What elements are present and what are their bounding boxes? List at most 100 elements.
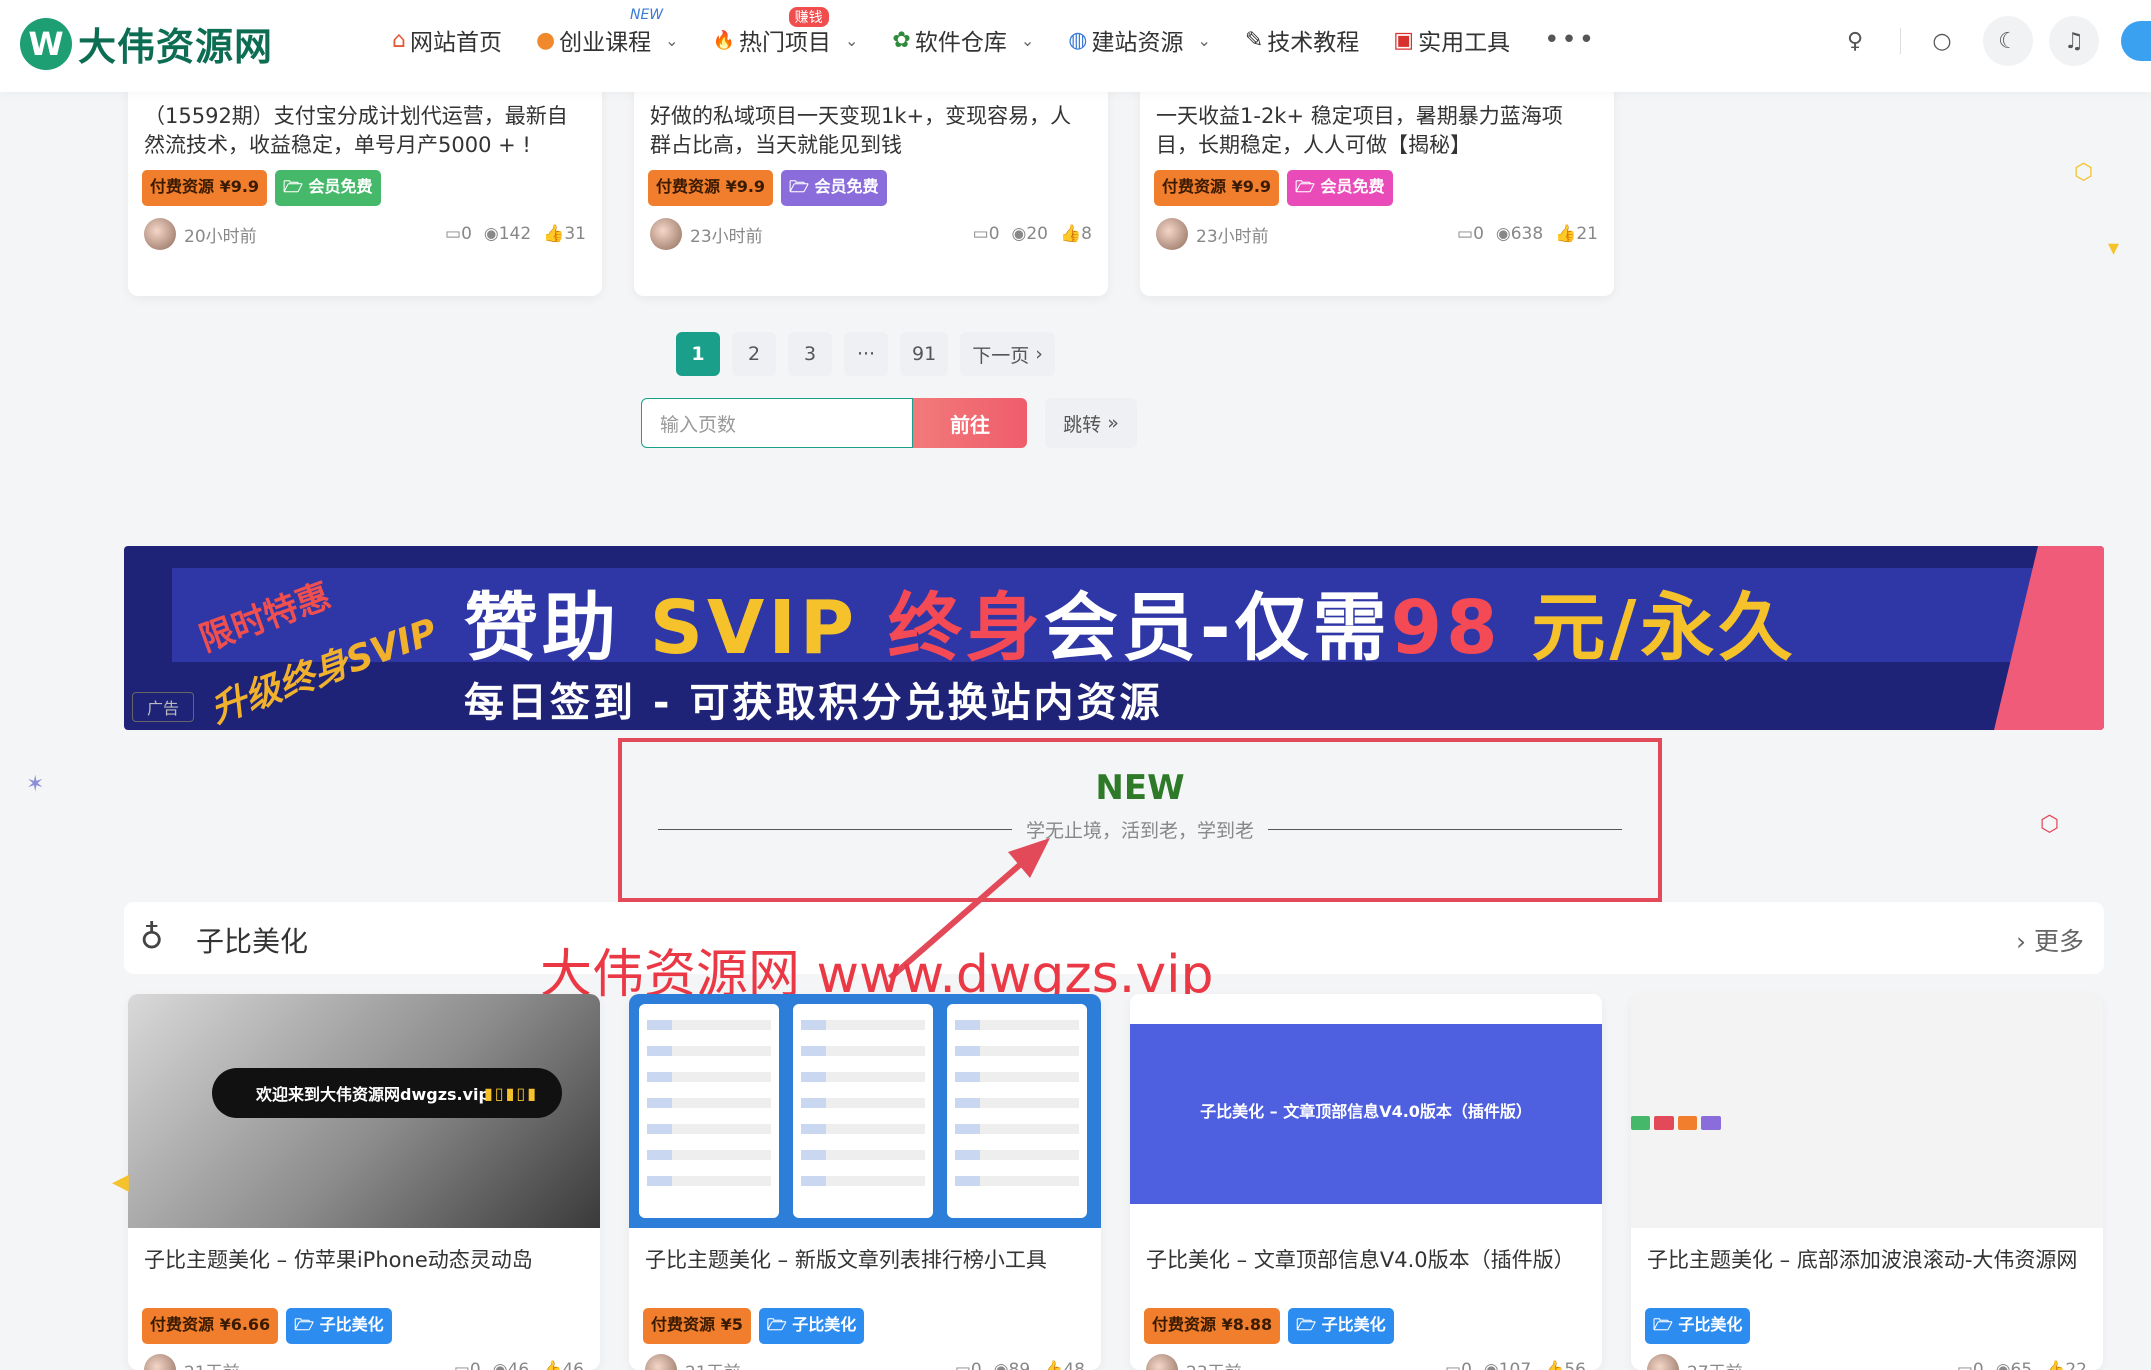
chevron-right-icon: › <box>1035 343 1043 365</box>
post-card[interactable]: 欢迎来到大伟资源网dwgzs.vip ▮▯▮▯▮ 子比主题美化 – 仿苹果iPho… <box>128 994 600 1370</box>
like-count: 👍56 <box>1543 1360 1586 1370</box>
nav-item-home[interactable]: ⌂ 网站首页 <box>392 23 502 57</box>
page-number-input[interactable]: 输入页数 <box>641 398 913 448</box>
more-menu-icon[interactable]: ••• <box>1544 25 1596 55</box>
banner-subline: 每日签到 - 可获取积分兑换站内资源 <box>464 680 1163 726</box>
avatar[interactable] <box>144 218 176 250</box>
avatar[interactable] <box>1156 218 1188 250</box>
avatar[interactable] <box>1146 1354 1178 1370</box>
medal-icon[interactable]: ♀ <box>1830 16 1880 66</box>
post-thumbnail[interactable]: 欢迎来到大伟资源网dwgzs.vip ▮▯▮▯▮ <box>128 994 600 1228</box>
view-count: ◉20 <box>1011 224 1048 244</box>
chevron-right-icon: › <box>2016 927 2027 956</box>
divider <box>1268 828 1623 831</box>
post-thumbnail[interactable]: 子比美化 – 文章顶部信息V4.0版本（插件版） <box>1130 994 1602 1228</box>
more-link[interactable]: › 更多 <box>2016 922 2084 958</box>
user-button[interactable] <box>2121 21 2151 61</box>
post-card[interactable]: 子比美化 – 文章顶部信息V4.0版本（插件版） 子比美化 – 文章顶部信息V4… <box>1130 994 1602 1370</box>
nav-item-tutorials[interactable]: ✎ 技术教程 <box>1245 23 1359 57</box>
page-ellipsis: ··· <box>844 332 888 376</box>
avatar[interactable] <box>645 1354 677 1370</box>
post-title[interactable]: 子比主题美化 – 新版文章列表排行榜小工具 <box>629 1228 1101 1298</box>
post-title[interactable]: 子比主题美化 – 底部添加波浪滚动-大伟资源网 <box>1631 1228 2103 1298</box>
post-card[interactable]: （15592期）支付宝分成计划代运营，最新自然流技术，收益稳定，单号月产5000… <box>128 56 602 296</box>
like-count: 👍46 <box>541 1360 584 1370</box>
like-count: 👍21 <box>1555 224 1598 244</box>
member-tag[interactable]: 🗁 会员免费 <box>1287 170 1393 206</box>
triangle-icon: ▾ <box>2108 236 2120 261</box>
preview-banner: 子比美化 – 文章顶部信息V4.0版本（插件版） <box>1130 1024 1602 1204</box>
category-tag[interactable]: 🗁 子比美化 <box>758 1308 865 1344</box>
post-title[interactable]: 子比美化 – 文章顶部信息V4.0版本（插件版） <box>1130 1228 1602 1298</box>
category-tag[interactable]: 🗁 子比美化 <box>286 1308 392 1344</box>
avatar[interactable] <box>650 218 682 250</box>
category-tag[interactable]: 🗁 子比美化 <box>1645 1308 1751 1344</box>
comment-count: ▭0 <box>972 224 1000 244</box>
member-tag[interactable]: 🗁 会员免费 <box>781 170 887 206</box>
chevron-down-icon[interactable]: ⌄ <box>665 31 678 50</box>
comment-count: ▭0 <box>954 1360 982 1370</box>
search-icon[interactable]: ○ <box>1917 16 1967 66</box>
avatar[interactable] <box>1647 1354 1679 1370</box>
divider <box>658 828 1012 831</box>
next-page-button[interactable]: 下一页 › <box>960 332 1055 376</box>
comment-count: ▭0 <box>1956 1360 1984 1370</box>
post-card[interactable]: 子比主题美化 – 底部添加波浪滚动-大伟资源网 🗁 子比美化 27天前 ▭0 ◉… <box>1631 994 2103 1370</box>
comment-count: ▭0 <box>445 224 472 244</box>
nav-item-hot-projects[interactable]: 🔥 热门项目 赚钱 ⌄ <box>713 7 858 57</box>
post-title[interactable]: （15592期）支付宝分成计划代运营，最新自然流技术，收益稳定，单号月产5000… <box>128 92 602 166</box>
post-time: 20小时前 <box>184 226 257 247</box>
pagination: 1 2 3 ··· 91 下一页 › <box>676 332 1067 376</box>
price-tag: 付费资源 ¥6.66 <box>142 1308 279 1344</box>
avatar[interactable] <box>144 1354 176 1370</box>
chevron-down-icon[interactable]: ⌄ <box>1021 31 1034 50</box>
nav-label: 网站首页 <box>409 30 502 56</box>
bell-icon[interactable]: ♫ <box>2049 16 2099 66</box>
nav-label: 实用工具 <box>1418 30 1511 56</box>
page-button-1[interactable]: 1 <box>676 332 720 376</box>
toolbox-icon: ▣ <box>1393 27 1415 53</box>
post-thumbnail[interactable] <box>1631 994 2103 1228</box>
site-logo[interactable]: W 大伟资源网 <box>20 16 273 71</box>
nav-item-courses[interactable]: ● 创业课程 NEW ⌄ <box>536 7 679 57</box>
chevron-down-icon[interactable]: ⌄ <box>1197 31 1210 50</box>
post-card[interactable]: 子比主题美化 – 新版文章列表排行榜小工具 付费资源 ¥5 🗁 子比美化 21天… <box>629 994 1101 1370</box>
skip-button[interactable]: 跳转 » <box>1045 398 1137 448</box>
post-card[interactable]: 好做的私域项目一天变现1k+，变现容易，人群占比高，当天就能见到钱 付费资源 ¥… <box>634 56 1108 296</box>
nav-label: 创业课程 <box>559 30 652 56</box>
comment-count: ▭0 <box>1457 224 1484 244</box>
nav-item-software[interactable]: ✿ 软件仓库 ⌄ <box>892 23 1034 57</box>
post-title[interactable]: 一天收益1-2k+ 稳定项目，暑期暴力蓝海项目，长期稳定，人人可做【揭秘】 <box>1140 92 1614 166</box>
go-button[interactable]: 前往 <box>913 398 1027 448</box>
view-count: ◉107 <box>1483 1360 1532 1370</box>
member-tag[interactable]: 🗁 会员免费 <box>275 170 381 206</box>
page-jump: 输入页数 前往 跳转 » <box>641 398 1137 448</box>
post-title[interactable]: 好做的私域项目一天变现1k+，变现容易，人群占比高，当天就能见到钱 <box>634 92 1108 166</box>
category-tag[interactable]: 🗁 子比美化 <box>1288 1308 1394 1344</box>
earn-badge: 赚钱 <box>788 7 829 27</box>
page-button-last[interactable]: 91 <box>900 332 949 376</box>
post-thumbnail[interactable] <box>629 994 1101 1228</box>
main-nav: ⌂ 网站首页 ● 创业课程 NEW ⌄ 🔥 热门项目 赚钱 ⌄ ✿ 软件仓库 ⌄… <box>392 0 1630 80</box>
member-tag-label: 会员免费 <box>1320 177 1385 196</box>
cube-icon: ⬡ <box>2040 812 2060 837</box>
new-badge: NEW <box>629 7 664 23</box>
nav-item-site-resources[interactable]: ◍ 建站资源 ⌄ <box>1068 23 1211 57</box>
next-page-label: 下一页 <box>972 344 1030 367</box>
chevron-down-icon[interactable]: ⌄ <box>845 31 858 50</box>
new-section-subtitle: 学无止境，活到老，学到老 <box>658 816 1623 843</box>
price-tag: 付费资源 ¥8.88 <box>1144 1308 1281 1344</box>
svip-banner[interactable]: 限时特惠 升级终身SVIP 赞助 SVIP 终身会员-仅需98 元/永久 每日签… <box>124 546 2104 730</box>
post-title[interactable]: 子比主题美化 – 仿苹果iPhone动态灵动岛 <box>128 1228 600 1298</box>
post-card[interactable]: 一天收益1-2k+ 稳定项目，暑期暴力蓝海项目，长期稳定，人人可做【揭秘】 付费… <box>1140 56 1614 296</box>
nav-item-tools[interactable]: ▣ 实用工具 <box>1393 23 1510 57</box>
page-button-3[interactable]: 3 <box>788 332 832 376</box>
dark-mode-icon[interactable]: ☾ <box>1983 16 2033 66</box>
preview-panel <box>639 1004 779 1218</box>
dynamic-island: 欢迎来到大伟资源网dwgzs.vip ▮▯▮▯▮ <box>212 1068 562 1118</box>
divider <box>1900 28 1901 54</box>
page-button-2[interactable]: 2 <box>732 332 776 376</box>
like-count: 👍31 <box>543 224 586 244</box>
preview-tags <box>1631 1116 1725 1130</box>
price-tag: 付费资源 ¥5 <box>643 1308 751 1344</box>
